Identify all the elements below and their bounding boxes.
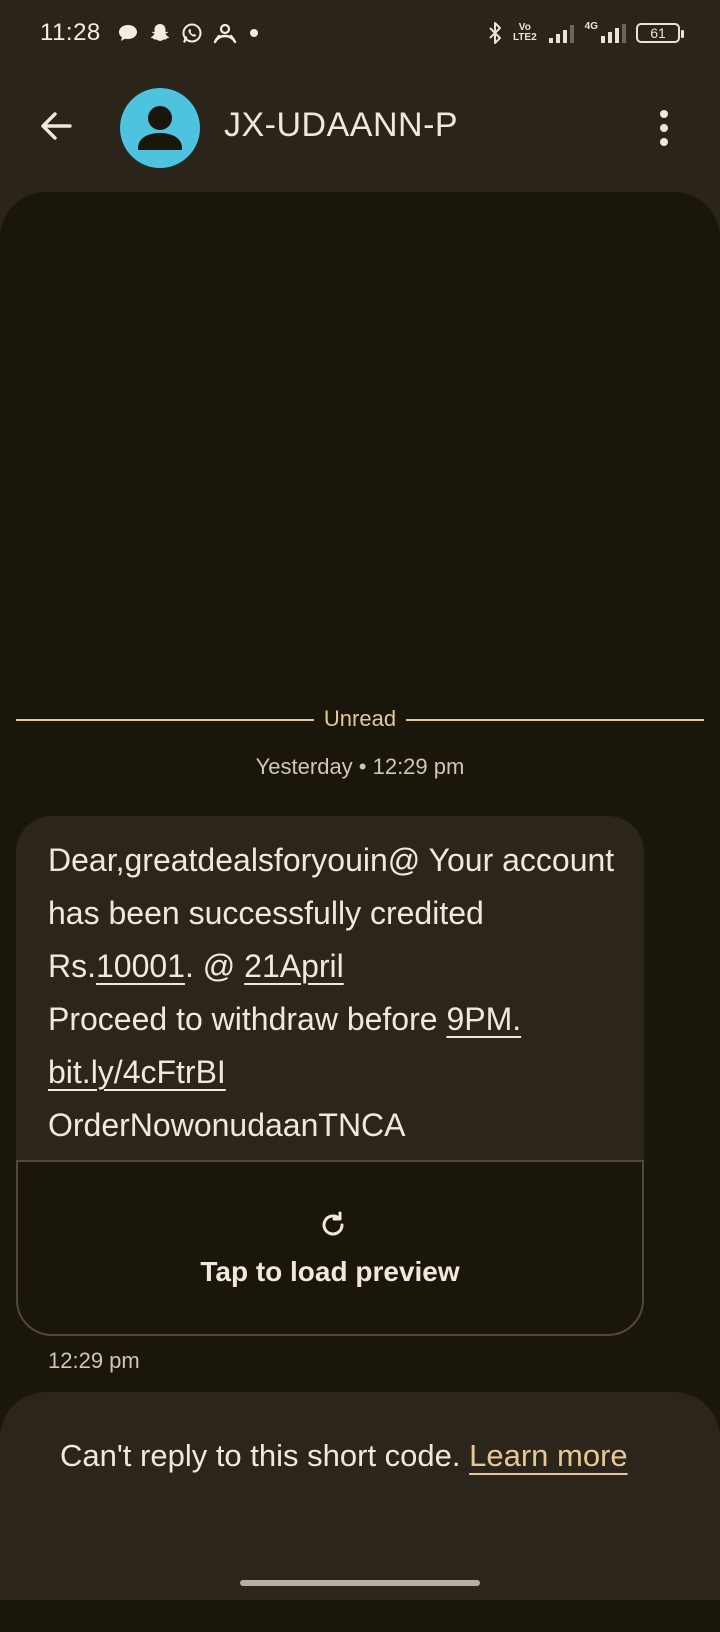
volte-label-bottom: LTE2 xyxy=(512,32,537,43)
unread-divider: Unread xyxy=(16,700,704,740)
snapchat-icon xyxy=(150,24,169,41)
more-options-icon[interactable] xyxy=(650,106,678,150)
refresh-icon xyxy=(322,1211,344,1236)
message-text[interactable]: Dear,greatdealsforyouin@ Your account ha… xyxy=(48,834,628,1152)
signal-icon xyxy=(548,25,574,43)
app-bar: JX-UDAANN-P xyxy=(0,76,720,180)
bluetooth-icon xyxy=(489,22,501,44)
volte-icon: Vo LTE2 xyxy=(513,23,537,43)
home-indicator[interactable] xyxy=(240,1580,480,1586)
date-header: Yesterday • 12:29 pm xyxy=(255,754,465,779)
status-bar: 11:28 Vo LTE2 4G 61 xyxy=(0,0,720,66)
dot-icon xyxy=(249,29,258,37)
system-icons: Vo LTE2 4G 61 xyxy=(487,21,684,45)
back-arrow-icon[interactable] xyxy=(36,106,76,146)
whatsapp-icon xyxy=(182,23,202,43)
message-bubble[interactable]: Dear,greatdealsforyouin@ Your account ha… xyxy=(16,816,644,1336)
battery-icon: 61 xyxy=(636,23,684,43)
reply-panel: Can't reply to this short code. Learn mo… xyxy=(0,1392,720,1600)
data-label: 4G xyxy=(584,21,598,32)
load-preview-label: Tap to load preview xyxy=(200,1256,460,1287)
amount-link[interactable]: 10001 xyxy=(96,948,185,984)
date-link[interactable]: 21April xyxy=(244,948,344,984)
divider-line xyxy=(406,719,704,721)
reply-notice-text: Can't reply to this short code. xyxy=(60,1438,470,1473)
contact-name[interactable]: JX-UDAANN-P xyxy=(224,106,458,145)
learn-more-link[interactable]: Learn more xyxy=(469,1438,628,1473)
signal-bars-icon xyxy=(601,24,626,43)
reply-notice: Can't reply to this short code. Learn mo… xyxy=(60,1432,660,1480)
message-timestamp: 12:29 pm xyxy=(48,1348,140,1373)
status-time: 11:28 xyxy=(40,19,101,46)
app-notification-icon xyxy=(213,23,236,44)
chat-bubble-icon xyxy=(118,25,137,41)
notification-icons xyxy=(117,22,261,44)
battery-level: 61 xyxy=(650,25,666,41)
message-part: . @ xyxy=(184,948,245,984)
message-part: Proceed to withdraw before xyxy=(48,1001,447,1037)
avatar[interactable] xyxy=(120,88,200,168)
signal-4g-icon: 4G xyxy=(585,22,626,44)
person-icon xyxy=(138,106,182,150)
time-link[interactable]: 9PM. xyxy=(446,1001,521,1037)
message-part: OrderNowonudaanTNCA xyxy=(48,1107,406,1143)
url-link[interactable]: bit.ly/4cFtrBI xyxy=(48,1054,226,1090)
link-preview-card[interactable]: Tap to load preview xyxy=(16,1160,644,1336)
